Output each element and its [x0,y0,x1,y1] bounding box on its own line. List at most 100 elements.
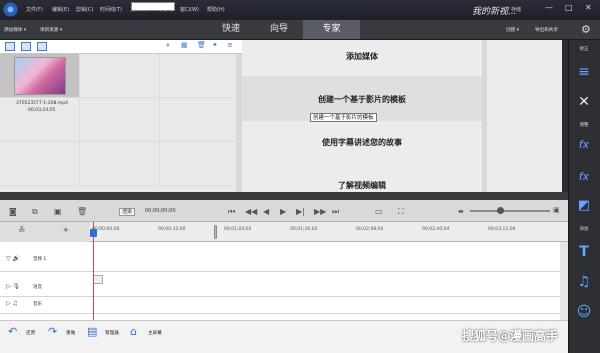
redo-button[interactable]: 重做 [66,330,75,336]
ruler-scrubber[interactable] [214,225,217,239]
action-create-template[interactable]: 创建一个基于影片的模板 [242,94,482,105]
redo-icon[interactable]: ↷ [48,325,57,338]
video-filter-icon[interactable] [5,42,15,51]
goto-start-icon[interactable]: ⏮ [228,207,235,217]
media-cell [160,54,240,98]
organizer-icon[interactable]: ▤ [87,325,97,338]
render-button[interactable]: 渲染 [119,208,136,216]
menu-file[interactable]: 文件(F) [26,6,43,13]
clip-duration: 00;03;24;05 [28,108,56,113]
play-icon[interactable]: ▶ [280,207,286,216]
adjust-sliders-icon[interactable]: ≡ [568,64,600,80]
create-dropdown[interactable]: 创建 ▾ [506,27,519,33]
add-media-label: 添加媒体 [4,28,23,33]
minimize-button[interactable]: — [545,3,553,13]
menu-edit[interactable]: 编辑(E) [52,6,69,13]
tab-guided[interactable]: 向导 [255,20,303,39]
action-learn-editing[interactable]: 了解视频编辑 [242,180,482,191]
tooltip: 创建一个基于影片的模板 [310,113,377,122]
export-share-dropdown[interactable]: 导出和共享 [535,27,558,33]
search-input[interactable] [131,2,175,11]
music-track-icon[interactable]: ▷ ♫ [6,300,18,307]
track-row [0,280,568,297]
media-cell [80,54,160,98]
monitor-icon[interactable]: ▭ [375,207,383,216]
ruler-mark: 00;02;40;04 [422,227,450,232]
close-button[interactable]: ✕ [585,3,592,13]
voice-track-icon[interactable]: ▷ 🎙 [6,283,20,290]
zoom-slider[interactable] [470,210,550,212]
ruler-mark: 00;01;04;02 [224,227,252,232]
goto-end-icon[interactable]: ⏭ [332,207,339,217]
step-forward-icon[interactable]: ▶▶ [314,207,326,216]
tab-expert[interactable]: 专家 [303,20,360,39]
tools-icon[interactable]: ✕ [568,94,600,110]
title-icon[interactable]: T [568,244,600,260]
ruler-mark: 00;02;08;04 [356,227,384,232]
project-assets-dropdown[interactable]: 项目资源 ▾ [40,27,62,33]
clip-thumbnail[interactable] [14,57,66,95]
project-name: 我的新视... [472,7,517,17]
playhead-handle[interactable] [90,229,97,237]
track-label: 语音 [33,285,42,290]
tracks-scrollbar[interactable] [560,242,568,320]
export-share-label: 导出和共享 [535,28,558,33]
folder-icon[interactable]: ▦ [181,41,188,49]
project-assets-label: 项目资源 [40,28,59,33]
graphics-icon[interactable]: ☺ [568,304,600,320]
track-row [0,252,568,272]
trash-icon[interactable]: 🗑 [77,207,87,216]
fullscreen-icon[interactable]: ⛶ [398,207,404,217]
watermark: 搜狐号@漫画高手 [462,329,559,343]
tab-quick[interactable]: 快速 [207,20,255,39]
transition-icon[interactable]: ◩ [568,198,600,213]
camera-icon[interactable]: ◙ [9,207,17,216]
frame-back-icon[interactable]: ◀ [263,207,269,216]
home-icon[interactable]: ⌂ [130,325,137,338]
search-icon[interactable]: ⌕ [166,41,170,50]
track-options-icon[interactable]: ≚ [18,226,26,236]
gear-icon[interactable]: ⚙ [581,23,591,36]
film-icon[interactable]: ▣ [54,207,62,216]
audio-track-icon[interactable]: ▽ 🔊 [6,255,20,262]
home-button[interactable]: 主屏幕 [148,330,162,336]
panel-divider[interactable] [0,192,568,200]
action-add-media[interactable]: 添加媒体 [242,51,482,62]
undo-icon[interactable]: ↶ [8,325,17,338]
clip-placeholder[interactable] [93,275,103,284]
sidebar-label-fix: 修正 [579,47,589,52]
track-row [0,297,568,314]
menu-timeline[interactable]: 时间线(T) [100,6,122,13]
media-cell [80,142,160,186]
media-cell [80,98,160,142]
music-icon[interactable]: ♫ [568,274,600,290]
media-cell [160,142,240,186]
frame-forward-icon[interactable]: ▶| [296,207,305,216]
organizer-button[interactable]: 管理器 [105,330,119,336]
step-back-icon[interactable]: ◀◀ [245,207,257,216]
list-view-icon[interactable]: ≡ [227,41,233,49]
snap-icon[interactable]: ✦ [62,226,70,236]
fx-edit-icon[interactable]: fx [568,138,600,151]
ruler-mark: 00;01;36;02 [290,227,318,232]
action-subtitles[interactable]: 使用字幕讲述您的故事 [242,137,482,148]
audio-filter-icon[interactable] [37,42,47,51]
menu-clip[interactable]: 剪辑(C) [76,6,93,13]
add-media-dropdown[interactable]: 添加媒体 ▾ [4,27,26,33]
zoom-in-icon[interactable]: ▣ [553,206,560,214]
wand-icon[interactable]: ✦ [212,41,218,49]
maximize-button[interactable]: □ [565,3,573,13]
undo-button[interactable]: 还原 [26,330,35,336]
ruler-mark: 00;00;32;00 [158,227,186,232]
zoom-slider-knob[interactable] [497,207,504,214]
media-cell [0,142,80,186]
save-button[interactable]: 存储 [511,6,521,13]
sidebar-label-adjust: 调整 [579,123,589,128]
menu-window[interactable]: 窗口(W) [180,6,199,13]
fx-icon[interactable]: fx [568,170,600,183]
menu-help[interactable]: 帮助(H) [207,6,225,13]
image-filter-icon[interactable] [21,42,31,51]
delete-icon[interactable]: 🗑 [197,41,206,49]
zoom-out-icon[interactable]: ▬ [458,208,464,215]
crop-icon[interactable]: ⧉ [32,207,38,217]
